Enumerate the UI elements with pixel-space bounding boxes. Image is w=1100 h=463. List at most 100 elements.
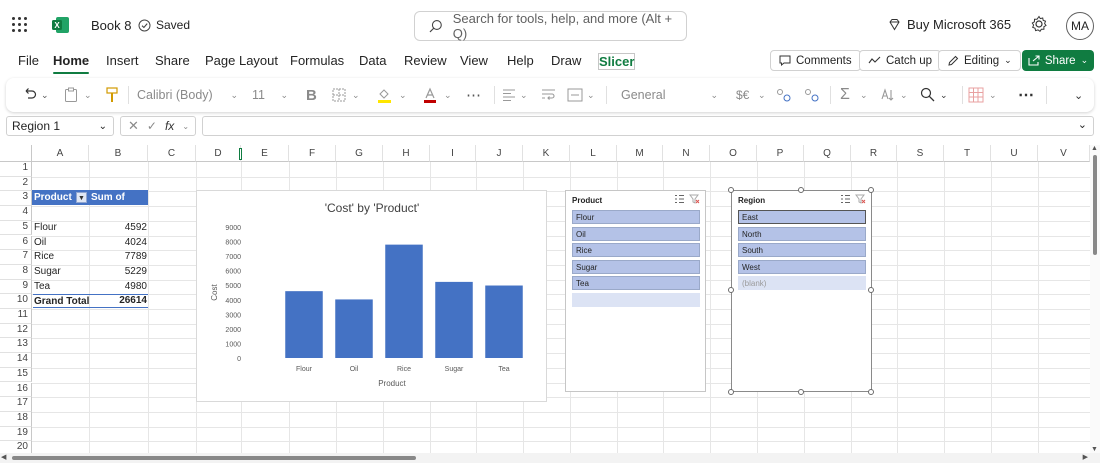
column-header[interactable]: P bbox=[757, 145, 804, 162]
column-header[interactable]: G bbox=[336, 145, 383, 162]
tab-data[interactable]: Data bbox=[359, 53, 386, 68]
pivot-row-value[interactable]: 4592 bbox=[89, 221, 147, 235]
find-icon[interactable] bbox=[920, 87, 935, 102]
pivot-header-product[interactable]: Product ▼ bbox=[32, 190, 89, 205]
borders-dropdown-icon[interactable]: ⌄ bbox=[352, 86, 360, 104]
cell-styles-dropdown-icon[interactable]: ⌄ bbox=[989, 86, 997, 104]
row-header[interactable]: 5 bbox=[0, 220, 32, 236]
tab-file[interactable]: File bbox=[18, 53, 39, 68]
column-header[interactable]: S bbox=[897, 145, 944, 162]
cancel-icon[interactable]: ✕ bbox=[128, 118, 139, 134]
column-header[interactable]: V bbox=[1038, 145, 1090, 162]
slicer-item[interactable]: West bbox=[738, 259, 866, 274]
pivot-row-value[interactable]: 5229 bbox=[89, 265, 147, 279]
bar-chart[interactable]: 'Cost' by 'Product' 0 1000 2000 3000 4000 5000… bbox=[196, 190, 547, 402]
resize-handle[interactable] bbox=[798, 389, 804, 395]
pivot-grand-total-value[interactable]: 26614 bbox=[89, 294, 147, 308]
row-header[interactable]: 4 bbox=[0, 206, 32, 221]
row-header[interactable]: 6 bbox=[0, 235, 32, 251]
merge-dropdown-icon[interactable]: ⌄ bbox=[587, 86, 595, 104]
slicer-item[interactable]: Oil bbox=[572, 226, 700, 241]
pivot-row-label[interactable]: Oil bbox=[34, 236, 46, 250]
pivot-header-sum[interactable]: Sum of Cost bbox=[89, 190, 148, 218]
tab-help[interactable]: Help bbox=[507, 53, 534, 68]
slicer-item[interactable]: Tea bbox=[572, 276, 700, 291]
formula-input[interactable]: ⌄ bbox=[202, 116, 1094, 136]
cell-styles-icon[interactable] bbox=[968, 87, 984, 103]
resize-handle[interactable] bbox=[868, 187, 874, 193]
buy-microsoft-365-button[interactable]: Buy Microsoft 365 bbox=[888, 17, 1011, 32]
slicer-item[interactable]: North bbox=[738, 226, 866, 241]
row-header[interactable]: 13 bbox=[0, 338, 32, 354]
horizontal-scroll-thumb[interactable] bbox=[12, 456, 416, 460]
row-header[interactable]: 19 bbox=[0, 426, 32, 442]
confirm-icon[interactable]: ✓ bbox=[147, 119, 157, 133]
row-header[interactable]: 2 bbox=[0, 176, 32, 192]
resize-handle[interactable] bbox=[798, 187, 804, 193]
wrap-text-icon[interactable] bbox=[541, 88, 556, 102]
row-header[interactable]: 1 bbox=[0, 162, 32, 177]
row-header[interactable]: 9 bbox=[0, 279, 32, 295]
row-header[interactable]: 10 bbox=[0, 294, 32, 309]
currency-dropdown-icon[interactable]: ⌄ bbox=[758, 86, 766, 104]
insert-function-button[interactable]: fx bbox=[165, 119, 174, 133]
row-header[interactable]: 14 bbox=[0, 353, 32, 368]
find-dropdown-icon[interactable]: ⌄ bbox=[940, 86, 948, 104]
row-header[interactable]: 3 bbox=[0, 191, 32, 207]
column-header[interactable]: O bbox=[710, 145, 757, 162]
tab-formulas[interactable]: Formulas bbox=[290, 53, 344, 68]
filter-dropdown-icon[interactable]: ▼ bbox=[76, 192, 87, 203]
scroll-left-icon[interactable]: ◀ bbox=[1, 453, 6, 461]
column-header[interactable]: N bbox=[663, 145, 710, 162]
name-box[interactable]: Region 1 ⌄ bbox=[6, 116, 114, 136]
more-font-options-icon[interactable]: ⋯ bbox=[466, 86, 482, 104]
font-color-icon[interactable] bbox=[423, 87, 437, 103]
column-header[interactable]: E bbox=[241, 145, 289, 162]
slicer-item[interactable]: Rice bbox=[572, 243, 700, 258]
row-header[interactable]: 18 bbox=[0, 411, 32, 427]
pivot-row-label[interactable]: Tea bbox=[34, 280, 50, 294]
share-button[interactable]: Share ⌄ bbox=[1022, 50, 1094, 71]
slicer-item[interactable]: East bbox=[738, 210, 866, 224]
slicer-item[interactable]: South bbox=[738, 243, 866, 258]
scroll-right-icon[interactable]: ▶ bbox=[1083, 453, 1088, 461]
borders-icon[interactable] bbox=[332, 88, 346, 102]
pivot-row-label[interactable]: Rice bbox=[34, 250, 54, 264]
horizontal-scrollbar[interactable]: ◀ ▶ bbox=[0, 453, 1100, 463]
pivot-row-label[interactable]: Flour bbox=[34, 221, 57, 235]
more-options-icon[interactable]: ⋯ bbox=[1018, 86, 1034, 104]
fill-color-dropdown-icon[interactable]: ⌄ bbox=[399, 86, 407, 104]
resize-handle[interactable] bbox=[728, 287, 734, 293]
multi-select-icon[interactable] bbox=[840, 194, 851, 204]
tab-page-layout[interactable]: Page Layout bbox=[205, 53, 278, 68]
font-color-dropdown-icon[interactable]: ⌄ bbox=[444, 86, 452, 104]
currency-format-icon[interactable]: $€ bbox=[736, 86, 749, 104]
expand-ribbon-icon[interactable]: ⌄ bbox=[1074, 86, 1083, 104]
tab-draw[interactable]: Draw bbox=[551, 53, 581, 68]
expand-formula-icon[interactable]: ⌄ bbox=[1078, 118, 1087, 131]
comments-button[interactable]: Comments bbox=[770, 50, 861, 71]
align-icon[interactable] bbox=[502, 88, 516, 102]
gear-icon[interactable] bbox=[1030, 15, 1048, 33]
column-header[interactable]: R bbox=[851, 145, 897, 162]
vertical-scroll-thumb[interactable] bbox=[1093, 155, 1097, 255]
pivot-row-value[interactable]: 4024 bbox=[89, 236, 147, 250]
resize-handle[interactable] bbox=[868, 389, 874, 395]
undo-dropdown-icon[interactable]: ⌄ bbox=[41, 86, 49, 104]
column-header[interactable]: T bbox=[944, 145, 991, 162]
column-header[interactable]: H bbox=[383, 145, 430, 162]
font-size-dropdown[interactable]: 11 ⌄ bbox=[248, 84, 292, 106]
tab-slicer[interactable]: Slicer bbox=[598, 53, 636, 70]
align-dropdown-icon[interactable]: ⌄ bbox=[520, 86, 528, 104]
slicer-item[interactable]: Sugar bbox=[572, 259, 700, 274]
clear-filter-icon[interactable] bbox=[855, 194, 866, 204]
app-launcher-icon[interactable] bbox=[12, 17, 28, 33]
slicer-product[interactable]: Product Flour Oil Rice Sugar Tea bbox=[565, 190, 706, 392]
clear-filter-icon[interactable] bbox=[689, 194, 700, 204]
multi-select-icon[interactable] bbox=[674, 194, 685, 204]
column-header[interactable]: B bbox=[89, 145, 148, 162]
avatar[interactable]: MA bbox=[1066, 12, 1094, 40]
column-header[interactable]: K bbox=[523, 145, 570, 162]
paste-icon[interactable] bbox=[64, 87, 78, 103]
scroll-up-icon[interactable]: ▲ bbox=[1091, 145, 1098, 152]
